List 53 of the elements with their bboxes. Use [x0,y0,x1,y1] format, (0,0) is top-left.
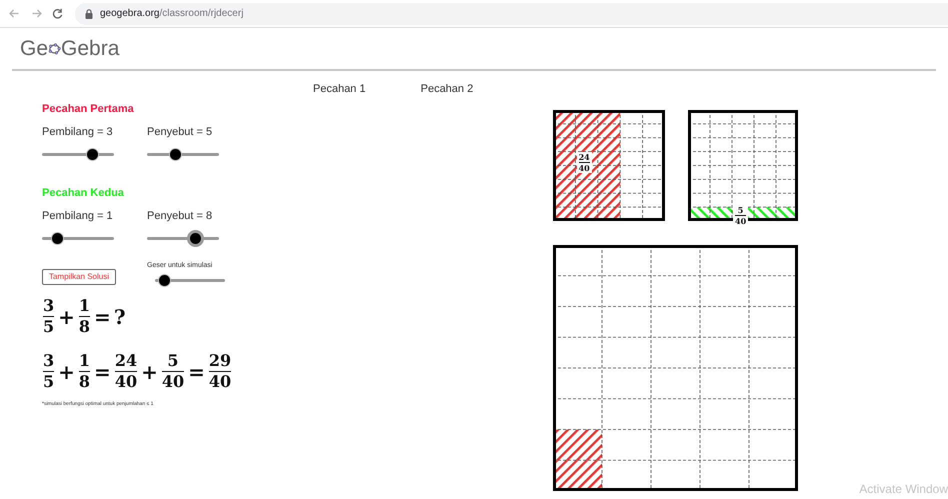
url-host: geogebra.org [100,7,160,21]
math-symbol: ? [114,306,126,326]
fraction-denominator: 8 [78,373,90,391]
fraction-denominator: 40 [114,373,138,391]
tab-link[interactable]: Pecahan 1 [313,81,366,98]
math-symbol: + [58,306,75,326]
fraction-denominator: 40 [162,373,184,391]
fraction-numerator: 1 [78,297,90,315]
math-symbol: = [188,362,205,382]
slider[interactable] [155,272,225,288]
fraction-numerator: 24 [578,152,590,162]
slider-label: Pembilang = 1 [42,208,114,224]
math-symbol: = [94,362,111,382]
slider-label: Penyebut = 5 [147,124,214,140]
fraction-numerator: 3 [43,297,54,315]
logo-icon [48,42,62,55]
logo-text: Ge [20,36,48,62]
math-symbol: + [141,362,158,382]
activation-notice: Activate Window [859,481,948,498]
slider[interactable] [42,146,114,163]
fraction-denominator: 40 [208,373,232,391]
url-path: /classroom/rjdecerj [160,7,244,21]
fraction-numerator: 1 [78,352,90,370]
section-title: Pecahan Pertama [42,102,135,117]
slider[interactable] [147,146,219,163]
slider-thumb[interactable] [169,148,182,161]
slider[interactable] [147,230,219,247]
address-bar[interactable]: geogebra.org/classroom/rjdecerj [75,2,948,24]
slider-thumb[interactable] [51,232,64,245]
math-symbol: = [94,306,111,326]
fraction-numerator: 24 [114,352,138,370]
fraction-denominator: 40 [735,216,746,226]
slider[interactable] [42,230,114,247]
reload-icon[interactable] [52,8,63,19]
fraction-denominator: 40 [578,162,590,172]
tab-link[interactable]: Pecahan 2 [420,81,474,98]
slider-thumb[interactable] [86,148,99,161]
slider-label: Pembilang = 3 [42,124,114,140]
logo-text: Gebra [61,36,120,62]
fraction-numerator: 5 [738,205,744,215]
section-title: Pecahan Kedua [42,186,125,201]
fraction-numerator: 29 [208,352,232,370]
fraction-numerator: 3 [43,352,54,370]
math-symbol: + [58,362,75,382]
fraction-denominator: 5 [43,373,54,391]
slider-thumb[interactable] [187,230,204,247]
fraction-denominator: 8 [78,318,90,336]
slider-thumb[interactable] [158,274,171,286]
solution-button[interactable]: Tampilkan Solusi [42,269,116,285]
lock-icon [85,8,93,18]
fraction-numerator: 5 [167,352,179,370]
slider-label: Penyebut = 8 [147,208,214,224]
fraction-denominator: 5 [43,318,54,336]
